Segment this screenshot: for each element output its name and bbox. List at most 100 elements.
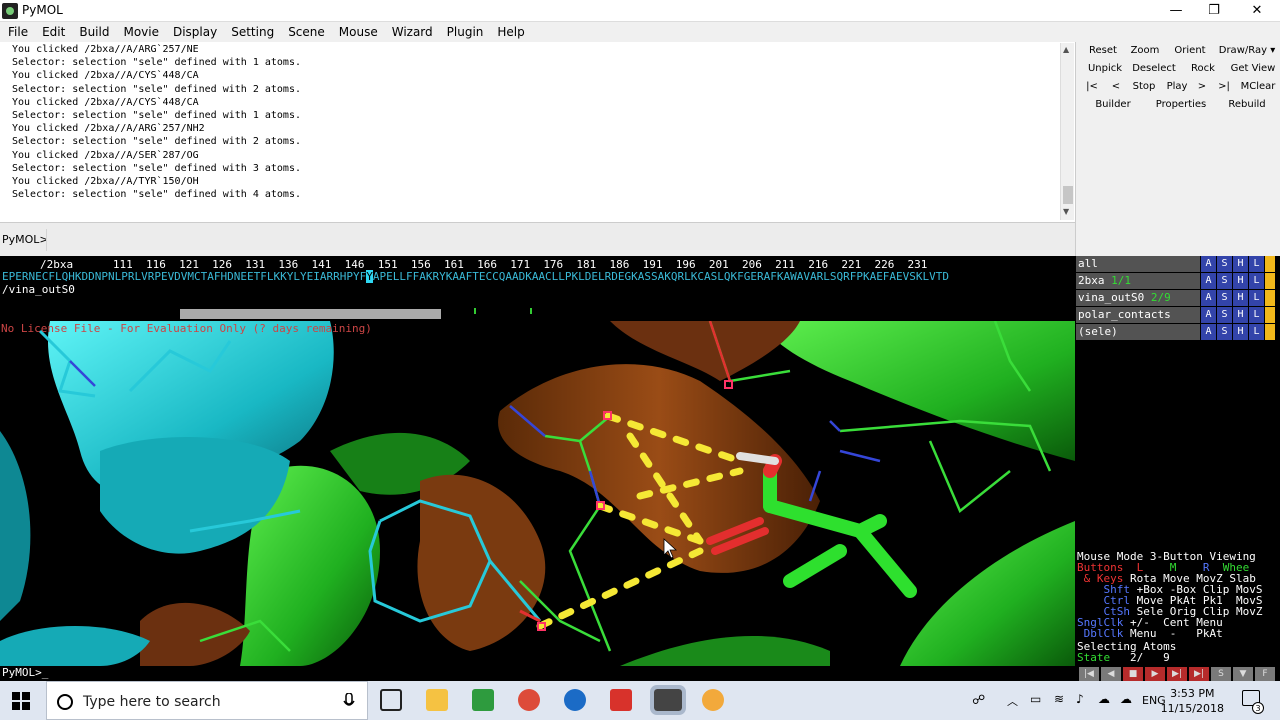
draw-ray-button[interactable]: Draw/Ray ▾ <box>1214 43 1280 59</box>
mclear-button[interactable]: MClear <box>1236 79 1280 95</box>
object-action-s-button[interactable]: S <box>1217 324 1232 340</box>
object-action-h-button[interactable]: H <box>1233 290 1248 306</box>
sequence-selected-residue[interactable]: Y <box>366 270 373 283</box>
menu-file[interactable]: File <box>0 22 34 40</box>
object-action-a-button[interactable]: A <box>1201 290 1216 306</box>
object-action-a-button[interactable]: A <box>1201 324 1216 340</box>
scene-button[interactable]: S <box>1211 667 1231 681</box>
viewer-command-line[interactable]: PyMOL>_ <box>0 666 1075 680</box>
rock-button[interactable]: Rock <box>1182 61 1224 77</box>
rewind-button[interactable]: |◀ <box>1079 667 1099 681</box>
menu-movie[interactable]: Movie <box>115 22 165 40</box>
movie-menu-button[interactable]: ▼ <box>1233 667 1253 681</box>
minimize-button[interactable]: — <box>1156 0 1196 22</box>
builder-button[interactable]: Builder <box>1090 97 1136 113</box>
menu-edit[interactable]: Edit <box>34 22 71 40</box>
menu-scene[interactable]: Scene <box>280 22 331 40</box>
object-action-l-button[interactable]: L <box>1249 324 1264 340</box>
end-button[interactable]: ▶| <box>1189 667 1209 681</box>
console-scrollbar[interactable]: ▲ ▼ <box>1060 43 1074 220</box>
menu-display[interactable]: Display <box>165 22 223 40</box>
reset-button[interactable]: Reset <box>1078 43 1128 59</box>
object-action-a-button[interactable]: A <box>1201 273 1216 289</box>
object-action-l-button[interactable]: L <box>1249 290 1264 306</box>
console-output[interactable]: You clicked /2bxa//A/ARG`257/NE Selector… <box>0 42 1075 222</box>
rebuild-button[interactable]: Rebuild <box>1222 97 1272 113</box>
object-color-button[interactable] <box>1265 256 1275 272</box>
molecular-viewport[interactable] <box>0 321 1075 666</box>
scrollbar-thumb[interactable] <box>1063 186 1073 204</box>
object-action-a-button[interactable]: A <box>1201 256 1216 272</box>
object-action-l-button[interactable]: L <box>1249 256 1264 272</box>
object-row-sele[interactable]: (sele) <box>1076 324 1200 340</box>
properties-button[interactable]: Properties <box>1152 97 1210 113</box>
object-color-button[interactable] <box>1265 307 1275 323</box>
app-icon[interactable] <box>564 689 586 711</box>
get-view-button[interactable]: Get View <box>1226 61 1280 77</box>
object-action-s-button[interactable]: S <box>1217 290 1232 306</box>
people-icon[interactable]: ☍ <box>972 693 985 708</box>
sequence-residues[interactable]: EPERNECFLQHKDDNPNLPRLVRPEVDVMCTAFHDNEETF… <box>2 270 949 283</box>
object-action-s-button[interactable]: S <box>1217 256 1232 272</box>
object-action-s-button[interactable]: S <box>1217 307 1232 323</box>
object-action-l-button[interactable]: L <box>1249 307 1264 323</box>
wifi-icon[interactable]: ≋ <box>1054 692 1064 706</box>
battery-icon[interactable]: ▭ <box>1030 692 1041 706</box>
step-forward-button[interactable]: ▶| <box>1167 667 1187 681</box>
volume-icon[interactable]: ♪ <box>1076 692 1084 706</box>
chrome-icon[interactable] <box>518 689 540 711</box>
scroll-down-icon[interactable]: ▼ <box>1063 207 1069 216</box>
file-explorer-icon[interactable] <box>426 689 448 711</box>
stop-movie-button[interactable]: ■ <box>1123 667 1143 681</box>
menu-setting[interactable]: Setting <box>223 22 280 40</box>
windows-start-icon[interactable] <box>12 692 30 710</box>
sequence-viewer[interactable]: /2bxa 111 116 121 126 131 136 141 146 15… <box>0 256 1075 308</box>
sequence-scroll-thumb[interactable] <box>180 309 441 319</box>
orient-button[interactable]: Orient <box>1168 43 1212 59</box>
stop-button[interactable]: Stop <box>1128 79 1160 95</box>
unpick-button[interactable]: Unpick <box>1078 61 1132 77</box>
prev-frame-button[interactable]: < <box>1106 79 1126 95</box>
command-input[interactable] <box>46 229 1073 251</box>
object-action-a-button[interactable]: A <box>1201 307 1216 323</box>
object-action-h-button[interactable]: H <box>1233 256 1248 272</box>
play-movie-button[interactable]: ▶ <box>1145 667 1165 681</box>
onedrive-icon[interactable]: ☁ <box>1120 692 1132 706</box>
object-color-button[interactable] <box>1265 324 1275 340</box>
object-action-s-button[interactable]: S <box>1217 273 1232 289</box>
object-action-h-button[interactable]: H <box>1233 324 1248 340</box>
object-row-all[interactable]: all <box>1076 256 1200 272</box>
object-action-h-button[interactable]: H <box>1233 307 1248 323</box>
object-row-2bxa[interactable]: 2bxa 1/1 <box>1076 273 1200 289</box>
menu-plugin[interactable]: Plugin <box>439 22 490 40</box>
step-back-button[interactable]: ◀ <box>1101 667 1121 681</box>
close-button[interactable]: ✕ <box>1237 0 1277 22</box>
menu-mouse[interactable]: Mouse <box>331 22 384 40</box>
deselect-button[interactable]: Deselect <box>1128 61 1180 77</box>
fullscreen-button[interactable]: F <box>1255 667 1275 681</box>
cloud-icon[interactable]: ☁ <box>1098 692 1110 706</box>
pymol-taskbar-icon[interactable] <box>650 685 686 715</box>
object-row-polar-contacts[interactable]: polar_contacts <box>1076 307 1200 323</box>
browser-icon[interactable] <box>702 689 724 711</box>
menu-build[interactable]: Build <box>71 22 115 40</box>
taskbar-clock[interactable]: 3:53 PM 11/15/2018 <box>1161 686 1224 716</box>
first-frame-button[interactable]: |< <box>1082 79 1102 95</box>
object-action-l-button[interactable]: L <box>1249 273 1264 289</box>
sequence-scrollbar[interactable] <box>0 308 1075 321</box>
play-button[interactable]: Play <box>1162 79 1192 95</box>
microphone-icon[interactable] <box>343 693 355 711</box>
mendeley-icon[interactable] <box>610 689 632 711</box>
object-action-h-button[interactable]: H <box>1233 273 1248 289</box>
tray-chevron-icon[interactable]: ︿ <box>1007 693 1018 709</box>
notepad-icon[interactable] <box>472 689 494 711</box>
scroll-up-icon[interactable]: ▲ <box>1063 45 1069 54</box>
object-row-vina-out[interactable]: vina_outS0 2/9 <box>1076 290 1200 306</box>
last-frame-button[interactable]: >| <box>1214 79 1234 95</box>
next-frame-button[interactable]: > <box>1194 79 1210 95</box>
task-view-icon[interactable] <box>380 689 402 711</box>
object-color-button[interactable] <box>1265 273 1275 289</box>
maximize-button[interactable]: ❐ <box>1194 0 1234 22</box>
menu-help[interactable]: Help <box>489 22 530 40</box>
zoom-button[interactable]: Zoom <box>1124 43 1166 59</box>
